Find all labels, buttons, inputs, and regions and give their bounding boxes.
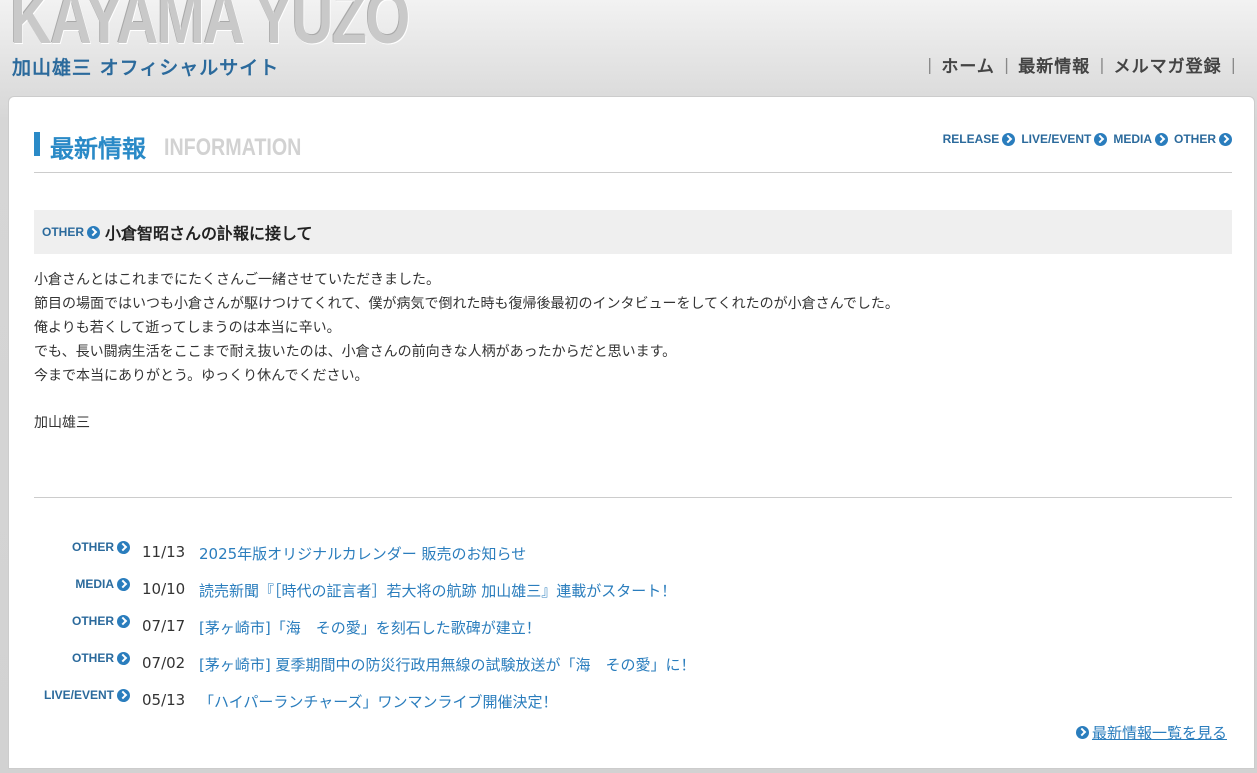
news-title-link[interactable]: 読売新聞『［時代の証言者］若大将の航跡 加山雄三』連載がスタート！ bbox=[199, 580, 676, 601]
site-logo[interactable]: KAYAMA YUZO bbox=[10, 0, 410, 58]
category-live-event-link[interactable]: LIVE/EVENT bbox=[1021, 132, 1108, 146]
arrow-right-icon bbox=[117, 540, 130, 554]
arrow-right-icon bbox=[117, 688, 130, 702]
article-paragraph: 俺よりも若くして逝ってしまうのは本当に辛い。 bbox=[34, 320, 341, 336]
arrow-right-icon bbox=[1075, 726, 1089, 739]
category-label: RELEASE bbox=[942, 132, 1000, 146]
category-other-link[interactable]: OTHER bbox=[1174, 132, 1232, 146]
news-category-label: MEDIA bbox=[75, 577, 114, 591]
arrow-right-icon bbox=[117, 651, 130, 665]
arrow-right-icon bbox=[1155, 132, 1168, 146]
article-paragraph: 小倉さんとはこれまでにたくさんご一緒させていただきました。 bbox=[34, 272, 440, 288]
category-release-link[interactable]: RELEASE bbox=[943, 132, 1016, 146]
news-archive-link[interactable]: 最新情報一覧を見る bbox=[1075, 722, 1227, 743]
content-panel: 最新情報 INFORMATION RELEASE LIVE/EVENT MEDI… bbox=[8, 96, 1255, 769]
arrow-right-icon bbox=[117, 614, 130, 628]
article-title: 小倉智昭さんの訃報に接して bbox=[105, 224, 313, 243]
article-category-label: OTHER bbox=[42, 225, 84, 239]
news-date: 07/02 bbox=[142, 654, 186, 672]
nav-separator: | bbox=[1099, 55, 1105, 74]
news-date: 10/10 bbox=[142, 580, 186, 598]
category-nav: RELEASE LIVE/EVENT MEDIA OTHER bbox=[943, 132, 1232, 146]
news-item: LIVE/EVENT 05/13 「ハイパーランチャーズ」ワンマンライブ開催決定… bbox=[9, 688, 1254, 725]
article-category-badge[interactable]: OTHER bbox=[42, 225, 100, 239]
article-body: 小倉さんとはこれまでにたくさんご一緒させていただきました。 節目の場面ではいつも… bbox=[34, 268, 1232, 388]
news-list: OTHER 11/13 2025年版オリジナルカレンダー 販売のお知らせ MED… bbox=[9, 540, 1254, 725]
news-date: 11/13 bbox=[142, 543, 186, 561]
news-title-link[interactable]: [茅ヶ崎市]「海 その愛」を刻石した歌碑が建立！ bbox=[199, 617, 541, 638]
nav-separator: | bbox=[1003, 55, 1010, 74]
news-category-label: LIVE/EVENT bbox=[43, 688, 114, 702]
nav-mailmag-link[interactable]: メルマガ登録 bbox=[1114, 52, 1222, 77]
global-nav: | ホーム | 最新情報 | メルマガ登録 | bbox=[918, 52, 1245, 77]
news-title-link[interactable]: 2025年版オリジナルカレンダー 販売のお知らせ bbox=[199, 543, 526, 564]
divider bbox=[34, 497, 1232, 498]
news-category-label: OTHER bbox=[72, 614, 114, 628]
news-item: MEDIA 10/10 読売新聞『［時代の証言者］若大将の航跡 加山雄三』連載が… bbox=[9, 577, 1254, 614]
arrow-right-icon bbox=[1002, 132, 1016, 146]
arrow-right-icon bbox=[117, 577, 130, 591]
news-title-link[interactable]: [茅ヶ崎市] 夏季期間中の防災行政用無線の試験放送が「海 その愛」に！ bbox=[199, 654, 695, 675]
category-media-link[interactable]: MEDIA bbox=[1113, 132, 1168, 146]
nav-home-link[interactable]: ホーム bbox=[941, 52, 995, 77]
news-date: 07/17 bbox=[142, 617, 186, 635]
site-subtitle[interactable]: 加山雄三 オフィシャルサイト bbox=[12, 53, 279, 80]
category-label: MEDIA bbox=[1113, 132, 1152, 146]
section-subtitle: INFORMATION bbox=[164, 134, 302, 161]
news-category-badge[interactable]: LIVE/EVENT bbox=[44, 688, 130, 702]
arrow-right-icon bbox=[87, 225, 100, 239]
news-category-badge[interactable]: OTHER bbox=[72, 651, 130, 665]
category-label: LIVE/EVENT bbox=[1021, 132, 1092, 146]
section-accent-bar bbox=[34, 132, 40, 156]
news-category-badge[interactable]: OTHER bbox=[72, 614, 130, 628]
section-title: 最新情報 bbox=[50, 135, 146, 163]
news-item: OTHER 11/13 2025年版オリジナルカレンダー 販売のお知らせ bbox=[9, 540, 1254, 577]
section-header: 最新情報 INFORMATION RELEASE LIVE/EVENT MEDI… bbox=[34, 127, 1232, 173]
category-label: OTHER bbox=[1174, 132, 1216, 146]
arrow-right-icon bbox=[1094, 132, 1108, 146]
news-category-label: OTHER bbox=[72, 540, 114, 554]
article-paragraph: 節目の場面ではいつも小倉さんが駆けつけてくれて、僕が病気で倒れた時も復帰後最初の… bbox=[34, 296, 899, 312]
news-item: OTHER 07/02 [茅ヶ崎市] 夏季期間中の防災行政用無線の試験放送が「海… bbox=[9, 651, 1254, 688]
nav-news-link[interactable]: 最新情報 bbox=[1018, 52, 1090, 77]
site-header: KAYAMA YUZO 加山雄三 オフィシャルサイト | ホーム | 最新情報 … bbox=[0, 0, 1257, 96]
arrow-right-icon bbox=[1219, 132, 1232, 146]
news-category-badge[interactable]: OTHER bbox=[72, 540, 130, 554]
news-date: 05/13 bbox=[142, 691, 186, 709]
article-paragraph: 今まで本当にありがとう。ゆっくり休んでください。 bbox=[34, 368, 369, 384]
news-title-link[interactable]: 「ハイパーランチャーズ」ワンマンライブ開催決定！ bbox=[199, 691, 558, 712]
article-paragraph: でも、長い闘病生活をここまで耐え抜いたのは、小倉さんの前向きな人柄があったからだ… bbox=[34, 344, 677, 360]
article-signature: 加山雄三 bbox=[34, 415, 90, 431]
news-item: OTHER 07/17 [茅ヶ崎市]「海 その愛」を刻石した歌碑が建立！ bbox=[9, 614, 1254, 651]
news-category-label: OTHER bbox=[72, 651, 114, 665]
article-header: OTHER 小倉智昭さんの訃報に接して bbox=[34, 210, 1232, 254]
nav-separator: | bbox=[1230, 55, 1236, 74]
news-archive-label: 最新情報一覧を見る bbox=[1091, 724, 1227, 742]
news-category-badge[interactable]: MEDIA bbox=[75, 577, 130, 591]
nav-separator: | bbox=[926, 55, 933, 74]
